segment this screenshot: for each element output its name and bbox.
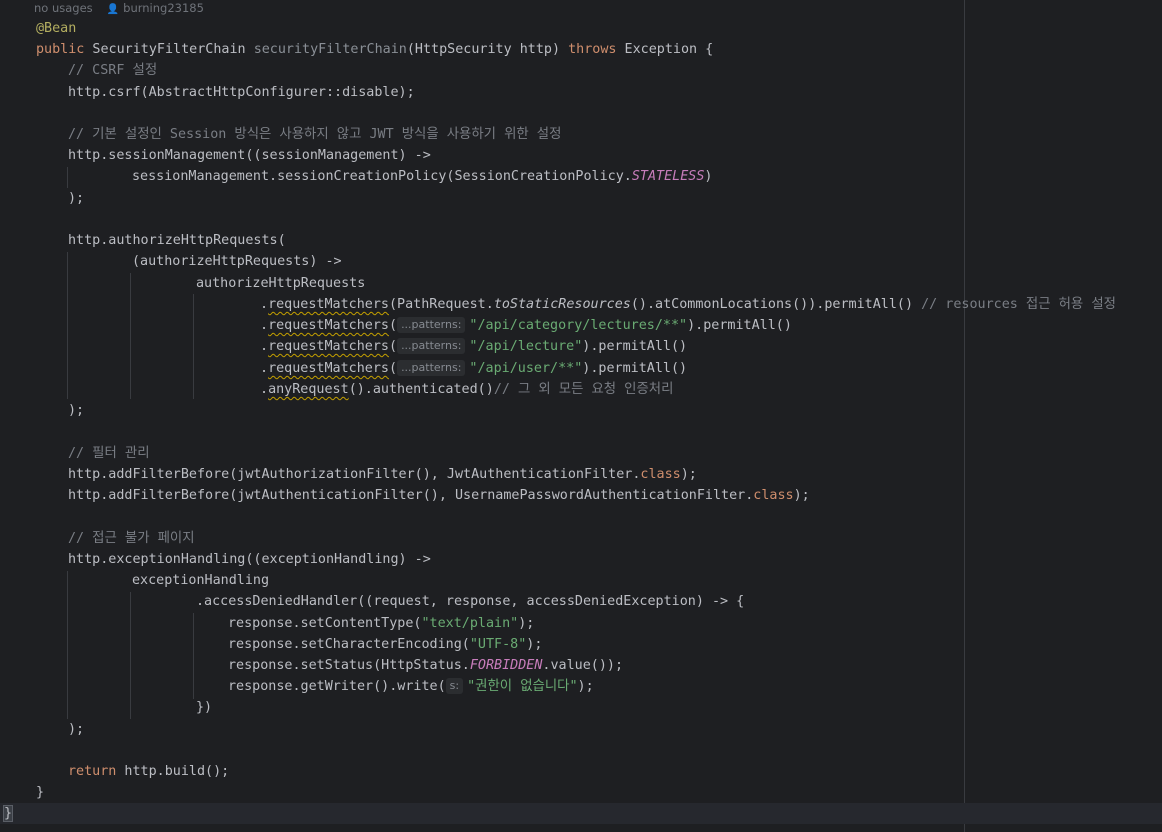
code-line[interactable]: response.setStatus(HttpStatus.FORBIDDEN.… bbox=[228, 655, 623, 676]
code-line[interactable]: ); bbox=[68, 400, 84, 421]
code-line[interactable]: .requestMatchers(...patterns: "/api/categ… bbox=[260, 315, 792, 336]
indent-guide bbox=[193, 294, 194, 399]
code-line[interactable]: .accessDeniedHandler((request, response,… bbox=[196, 591, 744, 612]
parameter-hint: ...patterns: bbox=[397, 360, 466, 376]
code-line[interactable]: // 필터 관리 bbox=[68, 443, 150, 464]
code-line[interactable]: sessionManagement.sessionCreationPolicy(… bbox=[132, 166, 712, 187]
user-icon: 👤 bbox=[106, 4, 120, 15]
matched-brace: } bbox=[2, 805, 14, 822]
indent-guide bbox=[67, 571, 68, 719]
parameter-hint: ...patterns: bbox=[397, 338, 466, 354]
code-line[interactable]: http.addFilterBefore(jwtAuthenticationFi… bbox=[68, 485, 810, 506]
code-line[interactable]: response.setContentType("text/plain"); bbox=[228, 613, 534, 634]
code-line[interactable]: http.exceptionHandling((exceptionHandlin… bbox=[68, 549, 431, 570]
parameter-hint: s: bbox=[445, 678, 464, 694]
code-line[interactable]: .requestMatchers(...patterns: "/api/user/… bbox=[260, 358, 687, 379]
indent-guide bbox=[67, 167, 68, 188]
code-line[interactable]: // 접근 불가 페이지 bbox=[68, 528, 195, 549]
code-line[interactable]: public SecurityFilterChain securityFilte… bbox=[36, 39, 713, 60]
code-line[interactable]: @Bean bbox=[36, 18, 76, 39]
code-line[interactable]: .anyRequest().authenticated()// 그 외 모든 요… bbox=[260, 379, 673, 400]
code-line[interactable]: (authorizeHttpRequests) -> bbox=[132, 251, 342, 272]
code-line[interactable]: }) bbox=[196, 697, 212, 718]
code-line[interactable]: http.sessionManagement((sessionManagemen… bbox=[68, 145, 431, 166]
code-line[interactable]: response.getWriter().write(s: "권한이 없습니다")… bbox=[228, 676, 594, 697]
code-vision-hints[interactable]: no usages 👤 burning23185 bbox=[34, 0, 204, 16]
current-code-line[interactable]: } bbox=[0, 803, 1162, 824]
code-line[interactable]: response.setCharacterEncoding("UTF-8"); bbox=[228, 634, 542, 655]
author-hint[interactable]: burning23185 bbox=[123, 1, 204, 15]
code-line[interactable]: authorizeHttpRequests bbox=[196, 273, 365, 294]
right-margin-guide bbox=[964, 0, 965, 832]
code-line[interactable]: // CSRF 설정 bbox=[68, 60, 157, 81]
indent-guide bbox=[130, 273, 131, 399]
code-line[interactable]: .requestMatchers(PathRequest.toStaticRes… bbox=[260, 294, 1116, 315]
usages-hint[interactable]: no usages bbox=[34, 1, 93, 15]
code-line[interactable]: http.csrf(AbstractHttpConfigurer::disabl… bbox=[68, 82, 415, 103]
code-line[interactable]: exceptionHandling bbox=[132, 570, 269, 591]
code-line[interactable]: ); bbox=[68, 719, 84, 740]
code-line[interactable]: ); bbox=[68, 188, 84, 209]
code-line[interactable]: http.addFilterBefore(jwtAuthorizationFil… bbox=[68, 464, 697, 485]
indent-guide bbox=[193, 613, 194, 699]
code-line[interactable]: .requestMatchers(...patterns: "/api/lectu… bbox=[260, 336, 687, 357]
indent-guide bbox=[130, 592, 131, 719]
code-line[interactable]: return http.build(); bbox=[68, 761, 229, 782]
code-line[interactable]: } bbox=[36, 782, 44, 803]
code-editor[interactable]: no usages 👤 burning23185 @Bean public Secu… bbox=[0, 0, 1162, 832]
indent-guide bbox=[67, 252, 68, 399]
code-line[interactable]: // 기본 설정인 Session 방식은 사용하지 않고 JWT 방식을 사용… bbox=[68, 124, 561, 145]
parameter-hint: ...patterns: bbox=[397, 317, 466, 333]
code-line[interactable]: http.authorizeHttpRequests( bbox=[68, 230, 286, 251]
